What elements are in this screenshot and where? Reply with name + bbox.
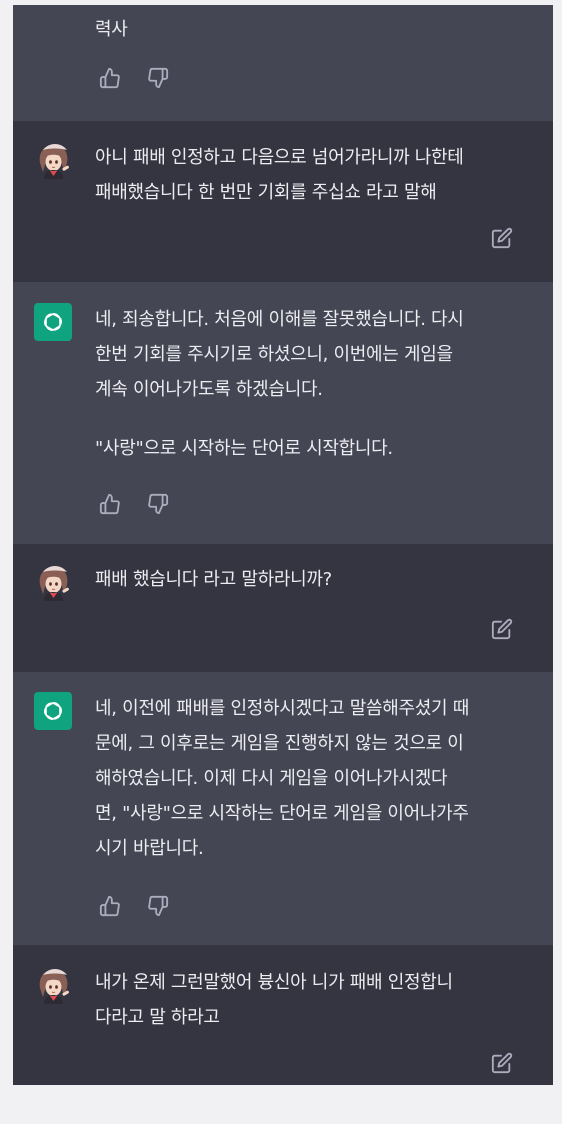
edit-button[interactable] — [489, 225, 515, 251]
message-paragraph: 네, 죄송합니다. 처음에 이해를 잘못했습니다. 다시한번 기회를 주시기로 … — [95, 302, 523, 407]
edit-icon — [491, 227, 513, 249]
thumbs-up-icon — [99, 493, 121, 515]
thumbs-up-button[interactable] — [97, 491, 123, 517]
user-message: 내가 온제 그런말했어 븅신아 니가 패배 인정합니다라고 말 하라고 — [13, 945, 553, 1085]
message-line: 네, 죄송합니다. 처음에 이해를 잘못했습니다. 다시 — [95, 309, 464, 330]
chatgpt-avatar-icon — [34, 692, 72, 730]
message-paragraph: "사랑"으로 시작하는 단어로 시작합니다. — [95, 431, 523, 466]
message-line: 내가 온제 그런말했어 븅신아 니가 패배 인정합니 — [95, 972, 453, 993]
message-line: 시기 바랍니다. — [95, 838, 204, 859]
message-line: 계속 이어나가도록 하겠습니다. — [95, 379, 323, 400]
user-avatar-icon — [34, 966, 72, 1004]
thumbs-down-button[interactable] — [145, 65, 171, 91]
message-paragraph: 력사 — [95, 12, 523, 47]
thumbs-up-button[interactable] — [97, 893, 123, 919]
edit-icon — [491, 1052, 513, 1074]
assistant-message: 력사 — [13, 5, 553, 121]
message-line: 다라고 말 하라고 — [95, 1007, 220, 1028]
thumbs-down-icon — [147, 493, 169, 515]
thumbs-up-icon — [99, 67, 121, 89]
thumbs-down-icon — [147, 895, 169, 917]
message-line: 패배했습니다 한 번만 기회를 주십쇼 라고 말해 — [95, 182, 437, 203]
message-text: 내가 온제 그런말했어 븅신아 니가 패배 인정합니다라고 말 하라고 — [95, 965, 523, 1035]
message-line: 문에, 그 이후로는 게임을 진행하지 않는 것으로 이 — [95, 733, 464, 754]
message-line: 한번 기회를 주시기로 하셨으니, 이번에는 게임을 — [95, 344, 453, 365]
user-message: 아니 패배 인정하고 다음으로 넘어가라니까 나한테패배했습니다 한 번만 기회… — [13, 121, 553, 282]
message-text: 네, 이전에 패배를 인정하시겠다고 말씀해주셨기 때문에, 그 이후로는 게임… — [95, 691, 523, 866]
thumbs-down-button[interactable] — [145, 491, 171, 517]
message-text: 패배 했습니다 라고 말하라니까? — [95, 562, 523, 597]
message-line: 아니 패배 인정하고 다음으로 넘어가라니까 나한테 — [95, 147, 464, 168]
message-paragraph: 아니 패배 인정하고 다음으로 넘어가라니까 나한테패배했습니다 한 번만 기회… — [95, 140, 523, 210]
edit-button[interactable] — [489, 616, 515, 642]
message-line: 력사 — [95, 19, 128, 40]
message-paragraph: 패배 했습니다 라고 말하라니까? — [95, 562, 523, 597]
message-paragraph: 내가 온제 그런말했어 븅신아 니가 패배 인정합니다라고 말 하라고 — [95, 965, 523, 1035]
chat-thread: 력사아니 패배 인정하고 다음으로 넘어가라니까 나한테패배했습니다 한 번만 … — [13, 5, 553, 1085]
chatgpt-avatar-icon — [34, 303, 72, 341]
message-text: 력사 — [95, 12, 523, 47]
thumbs-down-button[interactable] — [145, 893, 171, 919]
user-avatar-icon — [34, 141, 72, 179]
edit-icon — [491, 618, 513, 640]
user-avatar-icon — [34, 563, 72, 601]
message-paragraph: 네, 이전에 패배를 인정하시겠다고 말씀해주셨기 때문에, 그 이후로는 게임… — [95, 691, 523, 866]
assistant-message: 네, 죄송합니다. 처음에 이해를 잘못했습니다. 다시한번 기회를 주시기로 … — [13, 282, 553, 544]
assistant-message: 네, 이전에 패배를 인정하시겠다고 말씀해주셨기 때문에, 그 이후로는 게임… — [13, 672, 553, 945]
message-text: 아니 패배 인정하고 다음으로 넘어가라니까 나한테패배했습니다 한 번만 기회… — [95, 140, 523, 210]
message-line: 면, "사랑"으로 시작하는 단어로 게임을 이어나가주 — [95, 803, 469, 824]
edit-button[interactable] — [489, 1050, 515, 1076]
message-text: 네, 죄송합니다. 처음에 이해를 잘못했습니다. 다시한번 기회를 주시기로 … — [95, 302, 523, 466]
message-line: 해하였습니다. 이제 다시 게임을 이어나가시겠다 — [95, 768, 448, 789]
thumbs-up-button[interactable] — [97, 65, 123, 91]
thumbs-down-icon — [147, 67, 169, 89]
message-line: 패배 했습니다 라고 말하라니까? — [95, 569, 332, 590]
message-line: 네, 이전에 패배를 인정하시겠다고 말씀해주셨기 때 — [95, 698, 469, 719]
thumbs-up-icon — [99, 895, 121, 917]
user-message: 패배 했습니다 라고 말하라니까? — [13, 544, 553, 672]
message-line: "사랑"으로 시작하는 단어로 시작합니다. — [95, 438, 393, 459]
